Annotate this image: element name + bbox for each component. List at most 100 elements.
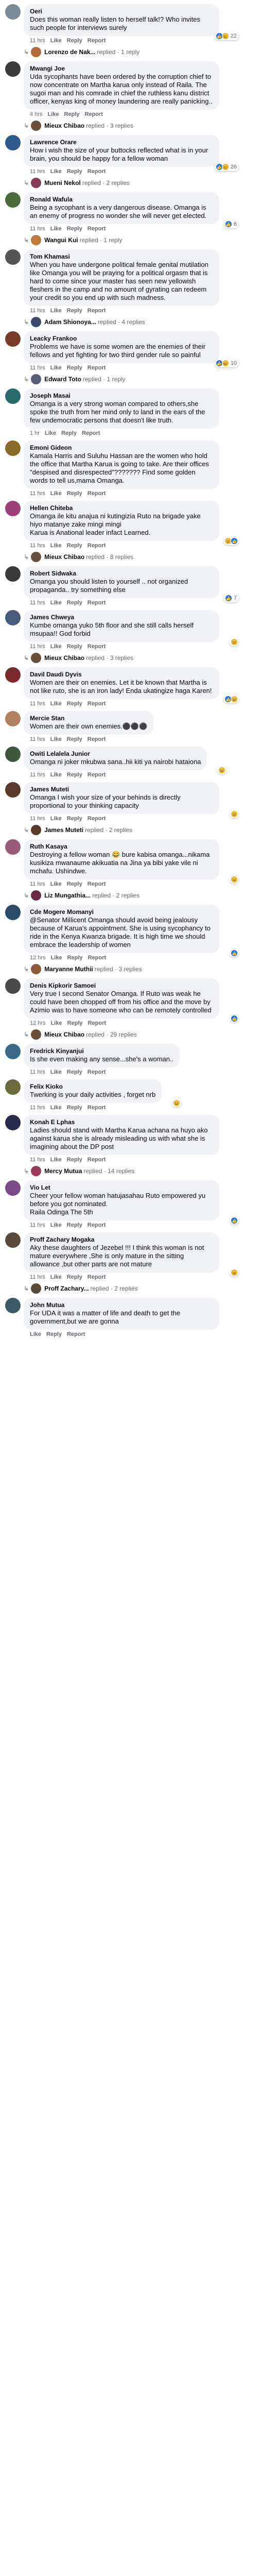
reply-button[interactable]: Reply [67,543,82,549]
report-button[interactable]: Report [88,1157,106,1163]
report-button[interactable]: Report [88,1020,106,1026]
reply-button[interactable]: Reply [64,111,79,117]
like-button[interactable]: Like [50,543,62,549]
comment-author[interactable]: James Chweya [30,614,213,621]
comment-author[interactable]: James Muteti [30,786,213,793]
avatar[interactable] [5,1044,21,1059]
reply-button[interactable]: Reply [67,168,82,175]
reply-button[interactable]: Reply [67,736,82,742]
like-button[interactable]: Like [50,816,62,822]
view-replies-link[interactable]: ↳ Adam Shionoya... replied · 4 replies [0,317,278,327]
report-button[interactable]: Report [88,701,106,707]
report-button[interactable]: Report [88,881,106,887]
view-replies-link[interactable]: ↳ Mieux Chibao replied · 3 replies [0,653,278,663]
like-button[interactable]: Like [50,600,62,606]
comment-author[interactable]: Fredrick Kinyanjui [30,1047,173,1055]
reply-button[interactable]: Reply [67,1105,82,1111]
report-button[interactable]: Report [88,1069,106,1075]
reply-button[interactable]: Reply [67,1274,82,1280]
avatar[interactable] [5,782,21,798]
reaction-summary[interactable]: 👍 😆 [223,695,239,703]
report-button[interactable]: Report [88,543,106,549]
reaction-summary[interactable]: 👍 [230,1014,239,1023]
reply-button[interactable]: Reply [61,430,77,436]
avatar[interactable] [5,839,21,855]
comment-author[interactable]: John Mutua [30,1301,213,1309]
avatar[interactable] [5,4,21,20]
view-replies-link[interactable]: ↳ Liz Mungathia... replied · 2 replies [0,890,278,901]
reply-button[interactable]: Reply [67,955,83,961]
reaction-summary[interactable]: 👍 7 [223,594,239,602]
like-button[interactable]: Like [50,308,62,314]
view-replies-link[interactable]: ↳ Wangui Kui replied · 1 reply [0,235,278,245]
report-button[interactable]: Report [88,772,106,778]
reaction-summary[interactable]: 👍 😆 10 [214,359,239,367]
like-button[interactable]: Like [50,1222,62,1228]
comment-author[interactable]: Konah E Lphas [30,1118,213,1126]
avatar[interactable] [5,1079,21,1095]
report-button[interactable]: Report [88,643,106,650]
reaction-summary[interactable]: 👍 6 [223,220,239,228]
avatar[interactable] [5,1232,21,1248]
report-button[interactable]: Report [82,430,100,436]
comment-author[interactable]: Felix Kioko [30,1083,155,1090]
avatar[interactable] [5,249,21,265]
comment-author[interactable]: Emoni Gideon [30,444,213,451]
report-button[interactable]: Report [88,1222,106,1228]
comment-timestamp[interactable]: 11 hrs [30,772,45,778]
comment-timestamp[interactable]: 11 hrs [30,1274,45,1280]
view-replies-link[interactable]: ↳ Mueni Nekol replied · 2 replies [0,178,278,188]
reaction-summary[interactable]: 😆 [230,810,239,818]
reaction-summary[interactable]: 😆 [230,1268,239,1277]
comment-author[interactable]: Owiti Lelalela Junior [30,750,201,757]
avatar[interactable] [5,905,21,920]
report-button[interactable]: Report [84,111,102,117]
reply-button[interactable]: Reply [67,365,82,371]
report-button[interactable]: Report [88,168,106,175]
like-button[interactable]: Like [50,881,62,887]
reply-button[interactable]: Reply [46,1331,62,1337]
reply-button[interactable]: Reply [67,1020,83,1026]
reply-button[interactable]: Reply [67,772,82,778]
report-button[interactable]: Report [88,308,106,314]
report-button[interactable]: Report [88,38,106,44]
report-button[interactable]: Report [88,490,106,497]
avatar[interactable] [5,1115,21,1130]
reply-button[interactable]: Reply [67,701,82,707]
comment-timestamp[interactable]: 11 hrs [30,490,45,497]
comment-timestamp[interactable]: 11 hrs [30,1069,45,1075]
like-button[interactable]: Like [50,226,62,232]
view-replies-link[interactable]: ↳ Mieux Chibao replied · 3 replies [0,121,278,131]
report-button[interactable]: Report [88,365,106,371]
comment-author[interactable]: Mwangi Joe [30,65,213,72]
avatar[interactable] [5,610,21,625]
like-button[interactable]: Like [47,111,59,117]
report-button[interactable]: Report [88,736,106,742]
report-button[interactable]: Report [88,600,106,606]
like-button[interactable]: Like [50,643,62,650]
report-button[interactable]: Report [88,1274,106,1280]
report-button[interactable]: Report [88,226,106,232]
like-button[interactable]: Like [50,1274,62,1280]
comment-timestamp[interactable]: 11 hrs [30,600,45,606]
avatar[interactable] [5,501,21,516]
comment-author[interactable]: Ruth Kasaya [30,843,213,850]
like-button[interactable]: Like [51,955,62,961]
reply-button[interactable]: Reply [67,600,82,606]
reply-button[interactable]: Reply [67,881,82,887]
reaction-summary[interactable]: 👍 😆 26 [214,163,239,171]
reply-button[interactable]: Reply [67,643,82,650]
comment-timestamp[interactable]: 4 hrs [30,111,42,117]
avatar[interactable] [5,1180,21,1196]
reaction-summary[interactable]: 😆 [230,638,239,646]
avatar[interactable] [5,61,21,77]
comment-author[interactable]: Joseph Masai [30,392,213,399]
avatar[interactable] [5,331,21,347]
view-replies-link[interactable]: ↳ Mieux Chibao replied · 8 replies [0,552,278,562]
like-button[interactable]: Like [45,430,56,436]
reply-button[interactable]: Reply [67,1157,82,1163]
comment-timestamp[interactable]: 11 hrs [30,168,45,175]
comment-author[interactable]: Mercie Stan [30,715,147,722]
comment-author[interactable]: Vio Let [30,1184,213,1191]
avatar[interactable] [5,135,21,150]
